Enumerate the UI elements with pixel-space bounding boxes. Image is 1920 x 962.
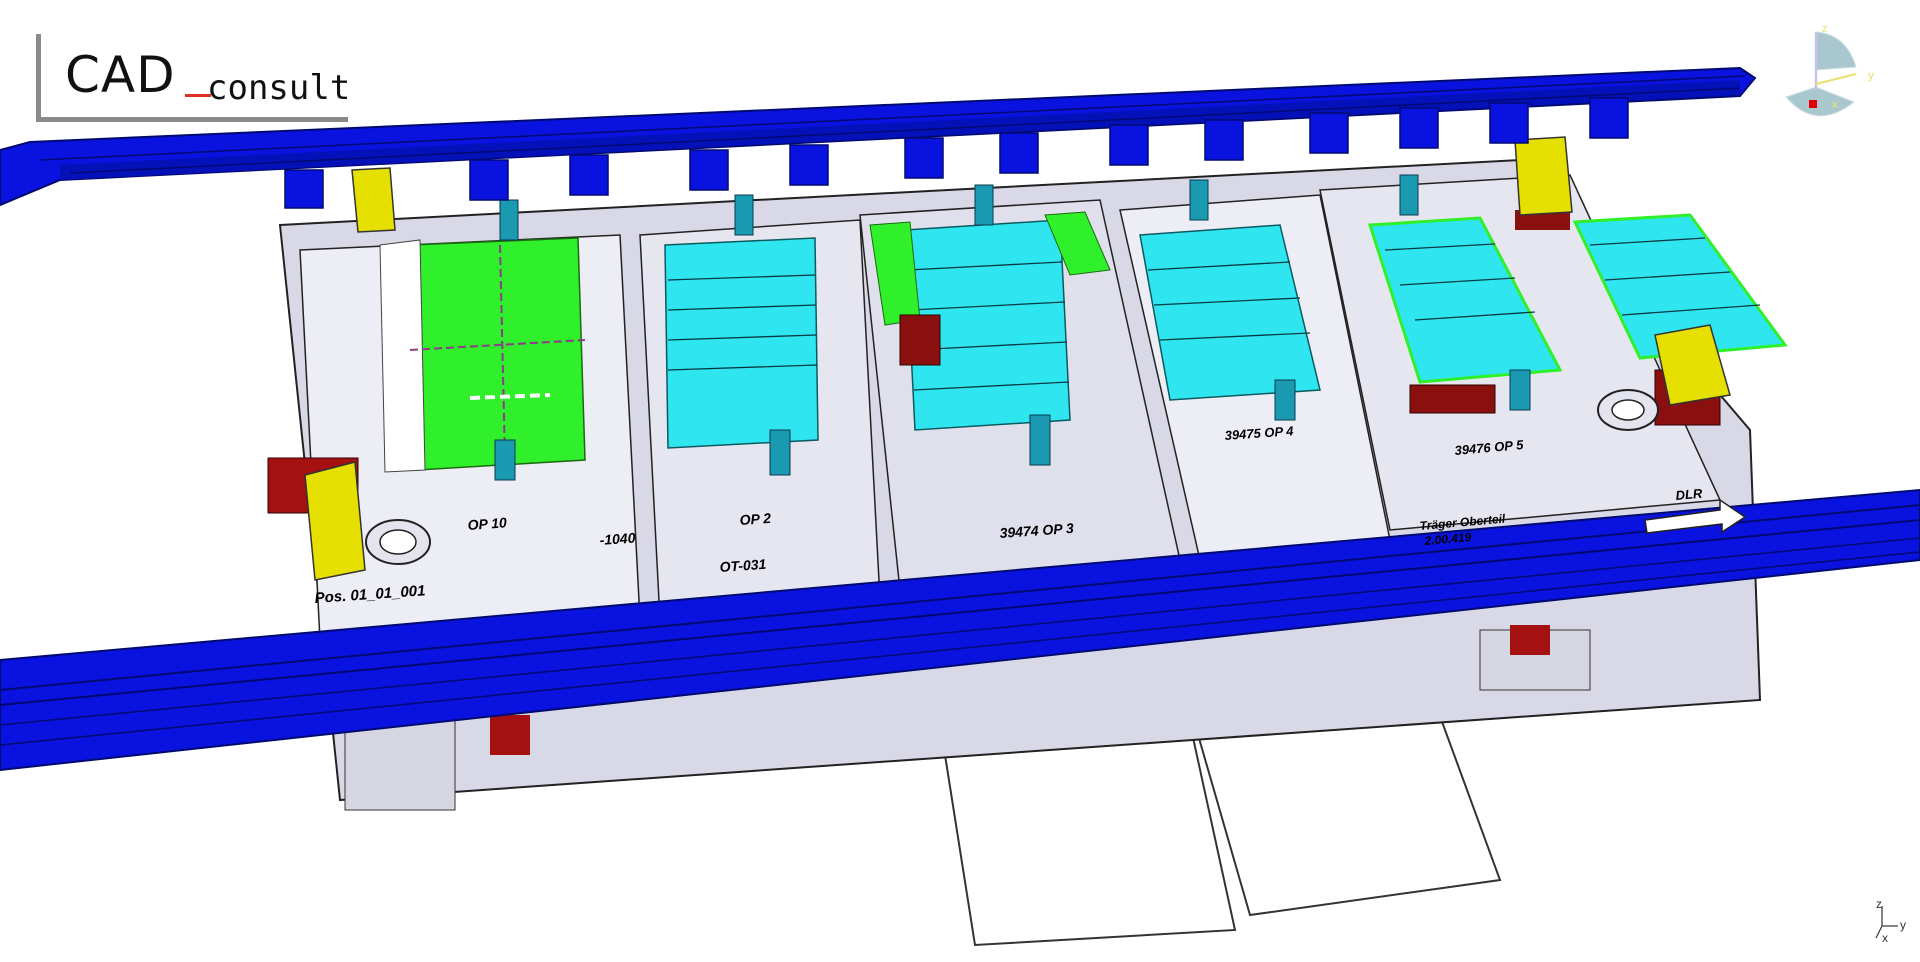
cyan-part-station-2 — [664, 237, 819, 449]
red-block-lower-right — [1510, 625, 1550, 655]
view-compass-icon[interactable]: z y x — [1776, 22, 1886, 132]
red-block-lower — [490, 715, 530, 755]
cad-consult-logo: CAD consult — [36, 34, 351, 122]
op10-label: OP 10 — [467, 514, 507, 533]
station-1-clamp-bar — [379, 239, 426, 473]
yellow-block-back-right — [1514, 136, 1573, 216]
axis-triad-icon: z y x — [1875, 897, 1906, 945]
frame-leg-left — [344, 719, 456, 811]
red-block-3 — [1409, 384, 1496, 414]
axis-y-label: y — [1900, 918, 1906, 932]
part-1040-label: -1040 — [599, 530, 636, 548]
green-part-plate — [409, 237, 586, 471]
red-block-2 — [899, 314, 941, 366]
axis-x-label: x — [1882, 931, 1888, 945]
axis-z-label: z — [1876, 897, 1882, 911]
yellow-block-back-left — [351, 167, 396, 233]
compass-z-label: z — [1822, 23, 1828, 35]
ot-label: OT-031 — [719, 556, 767, 575]
yellow-block-front-left — [304, 461, 366, 581]
dlr-label: DLR — [1675, 486, 1704, 503]
op2-label: OP 2 — [739, 510, 772, 528]
compass-y-label: y — [1868, 68, 1874, 82]
logo-sub-text: consult — [207, 68, 351, 108]
logo-main-text: CAD — [65, 46, 176, 104]
compass-x-label: x — [1832, 97, 1838, 111]
cad-3d-viewport[interactable]: Pos. 01_01_001 OP 10 -1040 OP 2 OT-031 3… — [0, 0, 1920, 957]
fixture-assembly-model[interactable]: Pos. 01_01_001 OP 10 -1040 OP 2 OT-031 3… — [0, 0, 1920, 957]
